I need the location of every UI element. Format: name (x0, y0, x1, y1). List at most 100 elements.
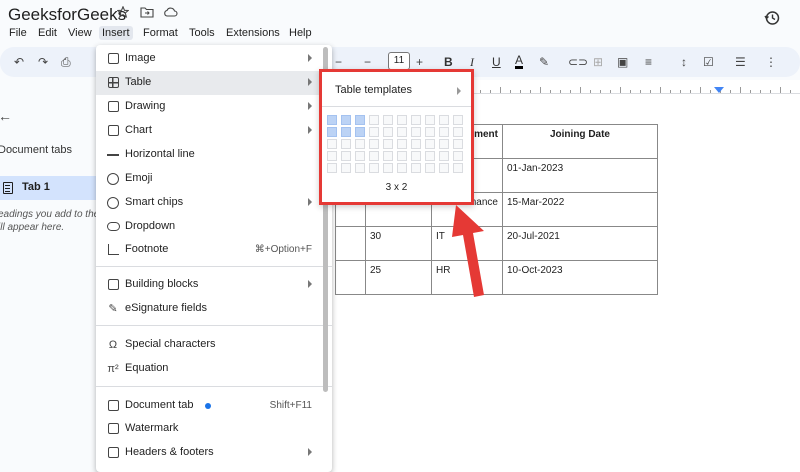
grid-cell[interactable] (453, 127, 463, 137)
grid-cell[interactable] (411, 163, 421, 173)
grid-cell[interactable] (341, 127, 351, 137)
grid-cell[interactable] (341, 139, 351, 149)
grid-cell[interactable] (327, 163, 337, 173)
menu-item-headers-footers[interactable]: Headers & footers (96, 441, 332, 465)
grid-cell[interactable] (411, 139, 421, 149)
table-cell[interactable]: 25 (365, 260, 432, 295)
grid-cell[interactable] (355, 163, 365, 173)
menu-item-table[interactable]: Table (96, 71, 332, 95)
grid-cell[interactable] (425, 163, 435, 173)
grid-cell[interactable] (327, 115, 337, 125)
grid-cell[interactable] (453, 163, 463, 173)
grid-cell[interactable] (425, 151, 435, 161)
grid-cell[interactable] (341, 115, 351, 125)
menu-item-special-characters[interactable]: Ω Special characters (96, 333, 332, 357)
grid-cell[interactable] (439, 115, 449, 125)
grid-cell[interactable] (425, 139, 435, 149)
menu-edit[interactable]: Edit (35, 26, 60, 40)
decrease-font-icon[interactable]: − (335, 55, 342, 69)
grid-cell[interactable] (327, 151, 337, 161)
document-title[interactable]: GeeksforGeeks (8, 5, 126, 25)
align-icon[interactable]: ≡ (645, 55, 652, 69)
menu-item-esignature-fields[interactable]: ✎ eSignature fields (96, 297, 332, 321)
menu-tools[interactable]: Tools (186, 26, 218, 40)
menu-insert[interactable]: Insert (99, 26, 133, 40)
menu-format[interactable]: Format (140, 26, 181, 40)
grid-cell[interactable] (383, 151, 393, 161)
grid-cell[interactable] (341, 163, 351, 173)
tab-item-1[interactable]: Tab 1 (0, 176, 100, 200)
menu-help[interactable]: Help (286, 26, 315, 40)
table-cell[interactable]: 10-Oct-2023 (502, 260, 658, 295)
menu-file[interactable]: File (6, 26, 30, 40)
grid-cell[interactable] (369, 163, 379, 173)
menu-item-chart[interactable]: Chart (96, 119, 332, 143)
move-folder-icon[interactable] (140, 6, 154, 18)
right-indent-marker[interactable] (714, 87, 724, 93)
table-cell[interactable]: 15-Mar-2022 (502, 192, 658, 227)
grid-cell[interactable] (411, 115, 421, 125)
print-icon[interactable]: ⎙ (61, 55, 71, 70)
link-icon[interactable]: ⊂⊃ (568, 55, 588, 69)
grid-cell[interactable] (327, 127, 337, 137)
grid-cell[interactable] (369, 115, 379, 125)
grid-cell[interactable] (341, 151, 351, 161)
font-size-minus-icon[interactable]: − (364, 55, 371, 69)
font-size-input[interactable]: 11 (388, 52, 410, 70)
grid-cell[interactable] (355, 139, 365, 149)
redo-icon[interactable]: ↷ (38, 55, 48, 69)
table-cell[interactable]: 20-Jul-2021 (502, 226, 658, 261)
grid-cell[interactable] (355, 115, 365, 125)
grid-cell[interactable] (439, 163, 449, 173)
font-size-plus-icon[interactable]: + (416, 55, 423, 69)
text-color-icon[interactable]: A (515, 54, 524, 69)
grid-cell[interactable] (439, 151, 449, 161)
underline-icon[interactable]: U (492, 55, 501, 69)
back-arrow-icon[interactable]: ← (0, 108, 12, 124)
grid-cell[interactable] (453, 151, 463, 161)
grid-cell[interactable] (411, 151, 421, 161)
bold-icon[interactable]: B (444, 55, 453, 69)
menu-item-emoji[interactable]: Emoji (96, 167, 332, 191)
grid-cell[interactable] (397, 127, 407, 137)
star-icon[interactable] (117, 6, 129, 18)
grid-cell[interactable] (397, 151, 407, 161)
table-header-joining-date[interactable]: Joining Date (502, 124, 658, 159)
table-size-grid[interactable] (327, 115, 467, 175)
menu-item-building-blocks[interactable]: Building blocks (96, 273, 332, 297)
menu-item-footnote[interactable]: Footnote ⌘+Option+F (96, 238, 332, 262)
bulleted-list-icon[interactable]: ☰ (735, 55, 746, 69)
grid-cell[interactable] (425, 127, 435, 137)
line-spacing-icon[interactable]: ↕ (681, 55, 687, 69)
grid-cell[interactable] (411, 127, 421, 137)
menu-item-smart-chips[interactable]: Smart chips (96, 191, 332, 215)
insert-image-icon[interactable]: ▣ (617, 55, 628, 69)
grid-cell[interactable] (355, 127, 365, 137)
grid-cell[interactable] (369, 139, 379, 149)
grid-cell[interactable] (383, 115, 393, 125)
table-cell[interactable]: 01-Jan-2023 (502, 158, 658, 193)
menu-item-dropdown[interactable]: Dropdown (96, 215, 332, 239)
grid-cell[interactable] (397, 115, 407, 125)
grid-cell[interactable] (327, 139, 337, 149)
checklist-icon[interactable]: ☑ (703, 55, 714, 69)
grid-cell[interactable] (383, 127, 393, 137)
numbered-list-icon[interactable]: ⋮ (765, 55, 777, 69)
menu-item-image[interactable]: Image (96, 47, 332, 71)
menu-item-horizontal-line[interactable]: Horizontal line (96, 143, 332, 167)
table-templates-item[interactable]: Table templates (335, 84, 412, 96)
grid-cell[interactable] (425, 115, 435, 125)
grid-cell[interactable] (439, 127, 449, 137)
cloud-status-icon[interactable] (163, 6, 178, 18)
menu-item-watermark[interactable]: Watermark (96, 417, 332, 441)
grid-cell[interactable] (453, 115, 463, 125)
grid-cell[interactable] (397, 163, 407, 173)
highlight-color-icon[interactable]: ✎ (539, 55, 549, 69)
table-cell[interactable] (335, 226, 366, 261)
menu-item-document-tab[interactable]: Document tab Shift+F11 (96, 394, 332, 418)
undo-icon[interactable]: ↶ (14, 55, 24, 69)
menu-item-equation[interactable]: π² Equation (96, 357, 332, 381)
grid-cell[interactable] (355, 151, 365, 161)
grid-cell[interactable] (383, 163, 393, 173)
menu-view[interactable]: View (65, 26, 95, 40)
